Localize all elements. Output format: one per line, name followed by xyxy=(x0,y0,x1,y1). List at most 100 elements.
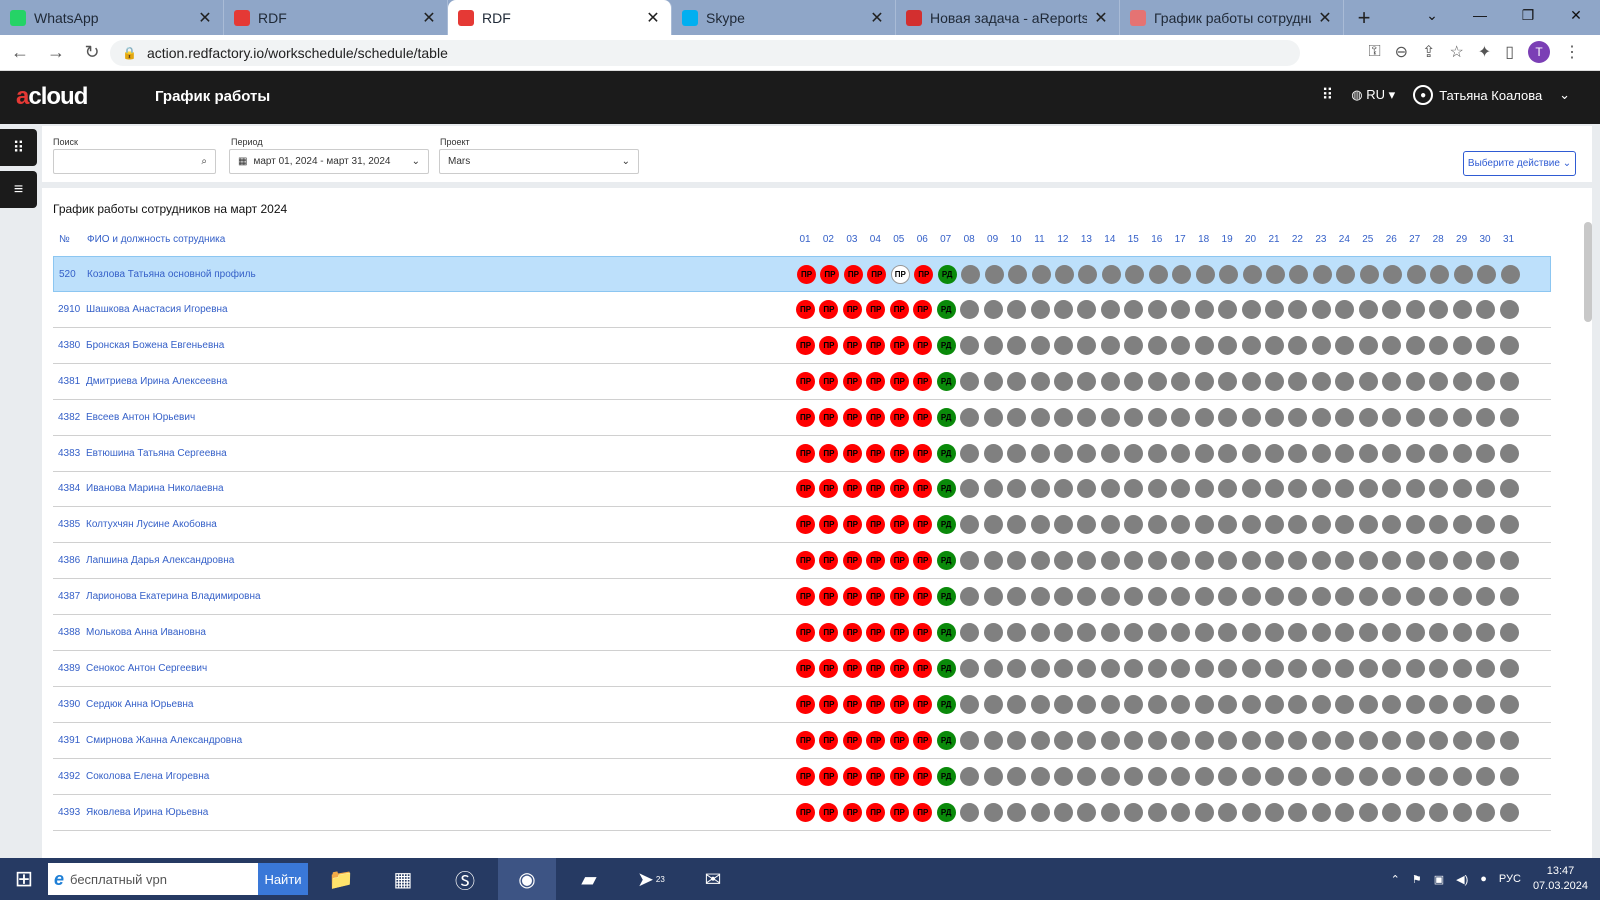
day-status-cell[interactable] xyxy=(1194,658,1214,678)
day-status-cell[interactable] xyxy=(1311,802,1331,822)
day-status-cell[interactable]: ПР xyxy=(796,335,815,355)
day-status-cell[interactable] xyxy=(1241,407,1261,427)
day-status-cell[interactable]: ПР xyxy=(866,730,886,750)
employee-name[interactable]: Бронская Божена Евгеньевна xyxy=(86,340,224,351)
day-status-cell[interactable]: ПР xyxy=(796,551,815,571)
day-status-cell[interactable] xyxy=(983,587,1003,607)
day-status-cell[interactable] xyxy=(1147,443,1167,463)
day-status-cell[interactable] xyxy=(1007,335,1027,355)
key-icon[interactable]: ⚿ xyxy=(1368,43,1380,61)
browser-tab[interactable]: RDF ✕ xyxy=(224,0,448,35)
file-explorer-icon[interactable]: 📁 xyxy=(312,858,370,900)
day-status-cell[interactable] xyxy=(1358,730,1378,750)
day-status-cell[interactable] xyxy=(1218,551,1238,571)
day-status-cell[interactable] xyxy=(983,443,1003,463)
day-status-cell[interactable] xyxy=(1499,407,1519,427)
star-icon[interactable]: ☆ xyxy=(1449,42,1463,62)
day-status-cell[interactable]: ПР xyxy=(796,299,815,319)
day-status-cell[interactable] xyxy=(960,407,980,427)
day-status-cell[interactable] xyxy=(1358,658,1378,678)
day-status-cell[interactable] xyxy=(1499,443,1519,463)
back-icon[interactable]: ← xyxy=(4,42,36,63)
day-status-cell[interactable] xyxy=(1171,371,1191,391)
day-status-cell[interactable] xyxy=(1476,299,1496,319)
day-status-cell[interactable] xyxy=(1147,479,1167,499)
day-status-cell[interactable]: РД xyxy=(936,551,956,571)
day-status-cell[interactable] xyxy=(1147,694,1167,714)
day-status-cell[interactable] xyxy=(960,371,980,391)
language-indicator[interactable]: РУС xyxy=(1499,873,1521,885)
day-status-cell[interactable] xyxy=(1007,658,1027,678)
day-status-cell[interactable] xyxy=(1265,371,1284,391)
day-status-cell[interactable] xyxy=(1053,658,1073,678)
day-status-cell[interactable]: ПР xyxy=(819,371,839,391)
day-status-cell[interactable] xyxy=(1266,265,1285,284)
day-status-cell[interactable] xyxy=(1101,265,1121,284)
day-status-cell[interactable] xyxy=(1358,766,1378,786)
day-status-cell[interactable]: ПР xyxy=(913,658,933,678)
day-status-cell[interactable] xyxy=(1335,730,1355,750)
day-status-cell[interactable]: ПР xyxy=(913,299,933,319)
day-status-cell[interactable] xyxy=(1171,407,1191,427)
day-status-cell[interactable] xyxy=(1171,694,1191,714)
day-status-cell[interactable]: ПР xyxy=(819,335,839,355)
table-row[interactable]: 4393 Яковлева Ирина Юрьевна ПР ПР ПР ПР ПР ПР РД xyxy=(53,795,1551,831)
day-status-cell[interactable] xyxy=(1452,407,1472,427)
day-status-cell[interactable] xyxy=(1077,658,1097,678)
day-status-cell[interactable] xyxy=(1124,515,1144,535)
day-status-cell[interactable] xyxy=(1008,265,1028,284)
day-status-cell[interactable]: ПР xyxy=(866,407,886,427)
clock[interactable]: 13:47 07.03.2024 xyxy=(1533,864,1588,894)
day-status-cell[interactable]: ПР xyxy=(889,407,909,427)
taskbar-search-input[interactable]: e бесплатный vpn xyxy=(48,863,258,895)
day-status-cell[interactable] xyxy=(1499,371,1519,391)
day-status-cell[interactable]: РД xyxy=(936,299,956,319)
day-status-cell[interactable] xyxy=(1218,802,1238,822)
day-status-cell[interactable] xyxy=(1194,515,1214,535)
zoom-icon[interactable]: ⊖ xyxy=(1395,42,1408,62)
day-status-cell[interactable] xyxy=(1429,730,1449,750)
day-status-cell[interactable] xyxy=(1147,802,1167,822)
day-status-cell[interactable] xyxy=(1429,658,1449,678)
day-status-cell[interactable] xyxy=(1077,623,1097,642)
day-status-cell[interactable] xyxy=(1030,587,1050,607)
day-status-cell[interactable]: ПР xyxy=(796,694,815,714)
flag-icon[interactable]: ⚑ xyxy=(1412,873,1422,886)
day-status-cell[interactable] xyxy=(1077,299,1097,319)
apps-menu-button[interactable]: ⠿ xyxy=(0,129,37,166)
day-status-cell[interactable] xyxy=(1171,299,1191,319)
day-status-cell[interactable]: ПР xyxy=(796,443,815,463)
day-status-cell[interactable] xyxy=(1124,730,1144,750)
day-status-cell[interactable] xyxy=(1429,802,1449,822)
employee-id[interactable]: 4387 xyxy=(58,591,80,602)
day-status-cell[interactable] xyxy=(1288,694,1308,714)
day-status-cell[interactable] xyxy=(960,623,980,642)
reload-icon[interactable]: ↻ xyxy=(76,42,108,63)
day-status-cell[interactable] xyxy=(1499,623,1519,642)
employee-id[interactable]: 4389 xyxy=(58,663,80,674)
day-status-cell[interactable]: ПР xyxy=(889,551,909,571)
day-status-cell[interactable] xyxy=(1288,730,1308,750)
day-status-cell[interactable]: ПР xyxy=(889,443,909,463)
day-status-cell[interactable] xyxy=(1477,265,1497,284)
day-status-cell[interactable] xyxy=(1007,730,1027,750)
day-status-cell[interactable] xyxy=(960,443,980,463)
day-status-cell[interactable] xyxy=(960,551,980,571)
share-icon[interactable]: ⇪ xyxy=(1422,42,1435,62)
day-status-cell[interactable]: РД xyxy=(937,265,957,284)
day-status-cell[interactable] xyxy=(1382,443,1402,463)
day-status-cell[interactable] xyxy=(960,694,980,714)
day-status-cell[interactable] xyxy=(1100,766,1120,786)
day-status-cell[interactable]: ПР xyxy=(866,766,886,786)
day-status-cell[interactable] xyxy=(1147,515,1167,535)
day-status-cell[interactable] xyxy=(1241,694,1261,714)
day-status-cell[interactable] xyxy=(1147,766,1167,786)
day-status-cell[interactable] xyxy=(1382,658,1402,678)
day-status-cell[interactable] xyxy=(1429,407,1449,427)
browser-tab[interactable]: Skype ✕ xyxy=(672,0,896,35)
day-status-cell[interactable]: ПР xyxy=(889,766,909,786)
day-status-cell[interactable] xyxy=(1147,371,1167,391)
table-row[interactable]: 4385 Колтухчян Лусине Акобовна ПР ПР ПР ПР ПР П… xyxy=(53,507,1551,544)
day-status-cell[interactable] xyxy=(1172,265,1192,284)
day-status-cell[interactable]: ПР xyxy=(913,407,933,427)
